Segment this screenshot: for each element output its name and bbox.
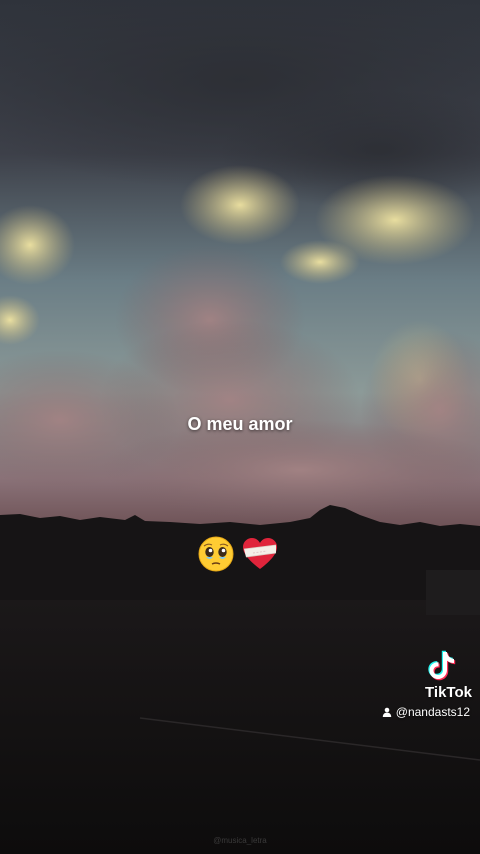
- tiktok-watermark: TikTok: [382, 648, 472, 701]
- person-icon: [382, 707, 391, 717]
- watermark-text: @musica_letra: [213, 836, 267, 845]
- username-text: @nandasts12: [395, 705, 470, 719]
- pleading-face-with-tears-icon: [198, 536, 234, 572]
- tiktok-username: @nandasts12: [382, 705, 470, 719]
- mending-heart-icon: [243, 538, 277, 569]
- tiktok-brand-text: TikTok: [425, 684, 472, 701]
- caption-text: O meu amor: [187, 414, 293, 434]
- emoji-row: [196, 534, 286, 574]
- tiktok-logo-icon: [428, 650, 456, 681]
